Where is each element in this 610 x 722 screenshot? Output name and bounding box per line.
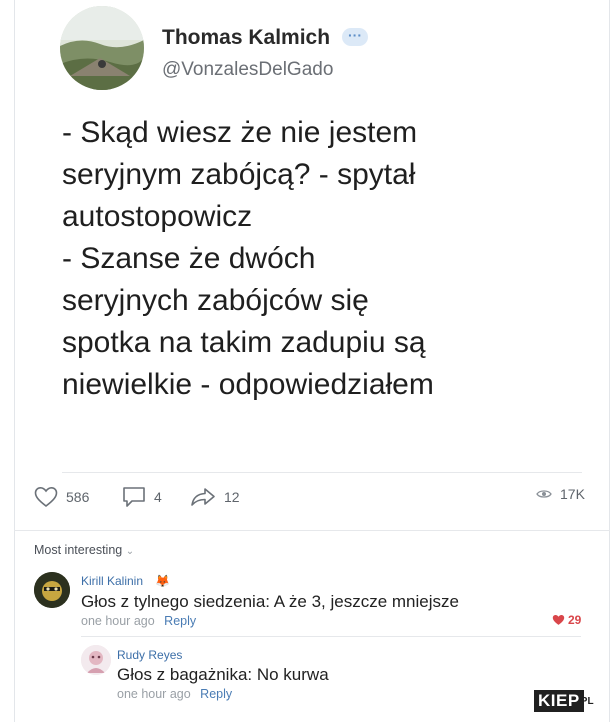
chevron-down-icon: ⌄ (125, 546, 135, 557)
avatar-image (34, 572, 70, 608)
tweet-line: autostopowicz (62, 200, 253, 233)
tweet-body: - Skąd wiesz że nie jestem seryjnym zabó… (62, 112, 582, 406)
comment-button[interactable]: 4 (122, 486, 162, 508)
author-name[interactable]: Thomas Kalmich (162, 26, 330, 50)
author-handle[interactable]: @VonzalesDelGado (162, 59, 333, 81)
comment-bubble-icon (123, 487, 145, 507)
reply-button[interactable]: Reply (200, 687, 232, 701)
reply-button[interactable]: Reply (164, 614, 196, 628)
tweet-line: spotka na takim zadupiu są (62, 326, 426, 359)
comment-likes-count: 29 (568, 613, 582, 627)
comment-text: Głos z bagażnika: No kurwa (117, 665, 329, 684)
comment-meta: one hour ago Reply (81, 614, 196, 628)
share-button[interactable]: 12 (190, 486, 240, 508)
filled-heart-icon (552, 615, 565, 625)
tweet-line: seryjnych zabójców się (62, 284, 369, 317)
tweet-line: niewielkie - odpowiedziałem (62, 368, 434, 401)
commenter-avatar[interactable] (34, 572, 70, 608)
comments-count: 4 (154, 489, 162, 505)
commenter-avatar[interactable] (81, 645, 111, 675)
likes-count: 586 (66, 489, 90, 505)
watermark-brand: KIEP (534, 690, 584, 712)
eye-icon (536, 490, 552, 498)
avatar-landscape (60, 6, 144, 90)
views-count: 17K (560, 486, 585, 502)
tweet-line: - Skąd wiesz że nie jestem (62, 116, 418, 149)
tweet-line: seryjnym zabójcą? - spytał (62, 158, 416, 191)
like-button[interactable]: 586 (34, 486, 89, 508)
comment-text: Głos z tylnego siedzenia: A że 3, jeszcz… (81, 592, 459, 611)
author-avatar[interactable] (60, 6, 144, 90)
divider (14, 530, 610, 531)
watermark-suffix: .PL (578, 696, 594, 707)
tweet-actions: 586 4 12 17K (34, 486, 590, 514)
site-watermark: KIEP .PL (534, 690, 602, 712)
commenter-name[interactable]: Rudy Reyes (117, 648, 182, 662)
sort-label: Most interesting (34, 543, 123, 557)
avatar-image (81, 645, 111, 675)
commenter-name[interactable]: Kirill Kalinin (81, 574, 143, 588)
fox-emoji-icon: 🦊 (155, 574, 170, 588)
divider (81, 636, 581, 637)
share-arrow-icon (191, 488, 215, 506)
comments-sort-dropdown[interactable]: Most interesting ⌄ (34, 543, 134, 557)
shares-count: 12 (224, 489, 240, 505)
comment-time: one hour ago (81, 614, 155, 628)
divider (62, 472, 582, 473)
comment-meta: one hour ago Reply (117, 687, 232, 701)
tweet-header: Thomas Kalmich ··· @VonzalesDelGado (60, 6, 600, 90)
comment-time: one hour ago (117, 687, 191, 701)
verified-badge-icon: ··· (342, 28, 368, 46)
heart-icon (34, 486, 58, 508)
comment-like-button[interactable]: 29 (552, 613, 581, 627)
views-counter: 17K (536, 486, 585, 502)
tweet-line: - Szanse że dwóch (62, 242, 316, 275)
